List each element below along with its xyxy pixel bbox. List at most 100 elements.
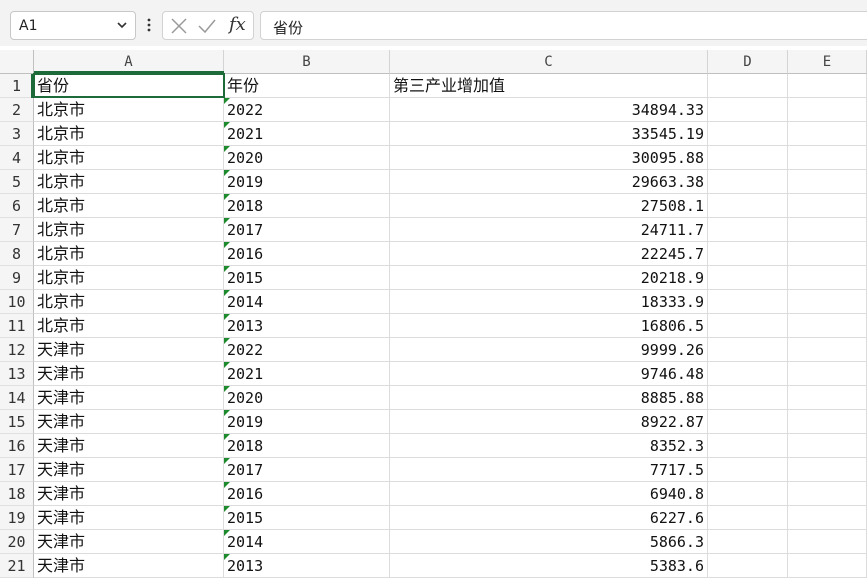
- row-header[interactable]: 12: [0, 338, 34, 362]
- cell-c1[interactable]: 第三产业增加值: [390, 74, 708, 98]
- cell-d1[interactable]: [708, 74, 788, 98]
- cell-c18[interactable]: 6940.8: [390, 482, 708, 506]
- cell-d5[interactable]: [708, 170, 788, 194]
- cell-c16[interactable]: 8352.3: [390, 434, 708, 458]
- cell-d21[interactable]: [708, 554, 788, 578]
- cell-e5[interactable]: [788, 170, 867, 194]
- column-header-d[interactable]: D: [708, 50, 788, 74]
- cell-d16[interactable]: [708, 434, 788, 458]
- cell-c2[interactable]: 34894.33: [390, 98, 708, 122]
- cell-d13[interactable]: [708, 362, 788, 386]
- row-header[interactable]: 13: [0, 362, 34, 386]
- row-header[interactable]: 9: [0, 266, 34, 290]
- row-header[interactable]: 3: [0, 122, 34, 146]
- cell-a17[interactable]: 天津市: [34, 458, 224, 482]
- cell-d6[interactable]: [708, 194, 788, 218]
- cell-d3[interactable]: [708, 122, 788, 146]
- cell-a6[interactable]: 北京市: [34, 194, 224, 218]
- cell-b7[interactable]: 2017: [224, 218, 390, 242]
- cell-e12[interactable]: [788, 338, 867, 362]
- row-header[interactable]: 4: [0, 146, 34, 170]
- cell-d10[interactable]: [708, 290, 788, 314]
- row-header[interactable]: 16: [0, 434, 34, 458]
- row-header[interactable]: 18: [0, 482, 34, 506]
- cell-e11[interactable]: [788, 314, 867, 338]
- row-header[interactable]: 15: [0, 410, 34, 434]
- select-all-corner[interactable]: [0, 50, 34, 74]
- cell-b11[interactable]: 2013: [224, 314, 390, 338]
- cell-e2[interactable]: [788, 98, 867, 122]
- cell-a4[interactable]: 北京市: [34, 146, 224, 170]
- cell-d4[interactable]: [708, 146, 788, 170]
- cell-d9[interactable]: [708, 266, 788, 290]
- cell-c9[interactable]: 20218.9: [390, 266, 708, 290]
- cell-b2[interactable]: 2022: [224, 98, 390, 122]
- cell-a18[interactable]: 天津市: [34, 482, 224, 506]
- cell-a1[interactable]: 省份: [34, 74, 224, 98]
- cell-a16[interactable]: 天津市: [34, 434, 224, 458]
- cell-c8[interactable]: 22245.7: [390, 242, 708, 266]
- cell-a21[interactable]: 天津市: [34, 554, 224, 578]
- row-header[interactable]: 8: [0, 242, 34, 266]
- cell-c20[interactable]: 5866.3: [390, 530, 708, 554]
- cell-a20[interactable]: 天津市: [34, 530, 224, 554]
- cell-c17[interactable]: 7717.5: [390, 458, 708, 482]
- cell-e16[interactable]: [788, 434, 867, 458]
- cell-a3[interactable]: 北京市: [34, 122, 224, 146]
- cell-b14[interactable]: 2020: [224, 386, 390, 410]
- cell-b1[interactable]: 年份: [224, 74, 390, 98]
- cell-e10[interactable]: [788, 290, 867, 314]
- cell-e20[interactable]: [788, 530, 867, 554]
- cell-e8[interactable]: [788, 242, 867, 266]
- cell-b17[interactable]: 2017: [224, 458, 390, 482]
- cell-b3[interactable]: 2021: [224, 122, 390, 146]
- cell-d11[interactable]: [708, 314, 788, 338]
- cell-c3[interactable]: 33545.19: [390, 122, 708, 146]
- fx-icon[interactable]: fx: [229, 14, 246, 35]
- cell-c14[interactable]: 8885.88: [390, 386, 708, 410]
- cell-c4[interactable]: 30095.88: [390, 146, 708, 170]
- cell-e18[interactable]: [788, 482, 867, 506]
- cell-e1[interactable]: [788, 74, 867, 98]
- check-icon[interactable]: [197, 17, 217, 35]
- row-header[interactable]: 1: [0, 74, 34, 98]
- cell-a14[interactable]: 天津市: [34, 386, 224, 410]
- cell-d17[interactable]: [708, 458, 788, 482]
- cell-a7[interactable]: 北京市: [34, 218, 224, 242]
- row-header[interactable]: 11: [0, 314, 34, 338]
- cell-d20[interactable]: [708, 530, 788, 554]
- formula-input[interactable]: 省份: [260, 11, 867, 40]
- row-header[interactable]: 10: [0, 290, 34, 314]
- close-icon[interactable]: [169, 17, 189, 35]
- cell-a11[interactable]: 北京市: [34, 314, 224, 338]
- cell-d12[interactable]: [708, 338, 788, 362]
- cell-e21[interactable]: [788, 554, 867, 578]
- row-header[interactable]: 21: [0, 554, 34, 578]
- cell-c21[interactable]: 5383.6: [390, 554, 708, 578]
- cell-c11[interactable]: 16806.5: [390, 314, 708, 338]
- cell-c7[interactable]: 24711.7: [390, 218, 708, 242]
- cell-e14[interactable]: [788, 386, 867, 410]
- more-vertical-icon[interactable]: [145, 15, 153, 35]
- cell-b16[interactable]: 2018: [224, 434, 390, 458]
- column-header-b[interactable]: B: [224, 50, 390, 74]
- cell-a15[interactable]: 天津市: [34, 410, 224, 434]
- cell-d15[interactable]: [708, 410, 788, 434]
- cell-c10[interactable]: 18333.9: [390, 290, 708, 314]
- cell-d8[interactable]: [708, 242, 788, 266]
- cell-a9[interactable]: 北京市: [34, 266, 224, 290]
- column-header-e[interactable]: E: [788, 50, 867, 74]
- cell-b9[interactable]: 2015: [224, 266, 390, 290]
- cell-b12[interactable]: 2022: [224, 338, 390, 362]
- cell-a13[interactable]: 天津市: [34, 362, 224, 386]
- cell-a19[interactable]: 天津市: [34, 506, 224, 530]
- row-header[interactable]: 7: [0, 218, 34, 242]
- cell-b20[interactable]: 2014: [224, 530, 390, 554]
- name-box[interactable]: A1: [10, 11, 136, 40]
- cell-a2[interactable]: 北京市: [34, 98, 224, 122]
- row-header[interactable]: 5: [0, 170, 34, 194]
- row-header[interactable]: 14: [0, 386, 34, 410]
- cell-e13[interactable]: [788, 362, 867, 386]
- cell-d7[interactable]: [708, 218, 788, 242]
- cell-e6[interactable]: [788, 194, 867, 218]
